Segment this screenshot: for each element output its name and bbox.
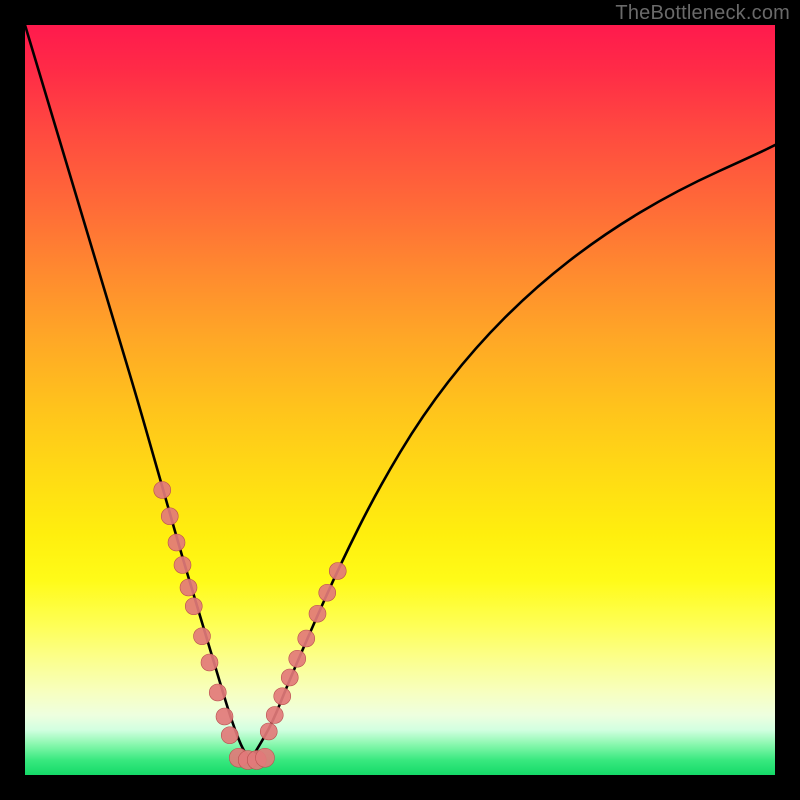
marker-dot — [289, 650, 306, 667]
marker-dot — [168, 534, 185, 551]
marker-dot — [274, 688, 291, 705]
marker-dot — [161, 508, 178, 525]
marker-dot — [329, 563, 346, 580]
marker-dot — [281, 669, 298, 686]
marker-dot — [266, 707, 283, 724]
marker-dot — [298, 630, 315, 647]
marker-dot — [180, 579, 197, 596]
marker-dot — [319, 584, 336, 601]
marker-dot — [216, 708, 233, 725]
marker-dot — [185, 598, 202, 615]
watermark-text: TheBottleneck.com — [615, 2, 790, 25]
marker-dot — [221, 727, 238, 744]
bottleneck-curve — [25, 25, 775, 757]
marker-dot — [309, 605, 326, 622]
marker-dot — [260, 723, 277, 740]
marker-dot — [209, 684, 226, 701]
markers-bottom-group — [229, 748, 274, 769]
chart-frame: TheBottleneck.com — [0, 0, 800, 800]
marker-dot — [154, 482, 171, 499]
marker-dot — [194, 628, 211, 645]
marker-dot — [256, 748, 275, 767]
marker-dot — [174, 557, 191, 574]
plot-area — [25, 25, 775, 775]
chart-svg — [25, 25, 775, 775]
marker-dot — [201, 654, 218, 671]
